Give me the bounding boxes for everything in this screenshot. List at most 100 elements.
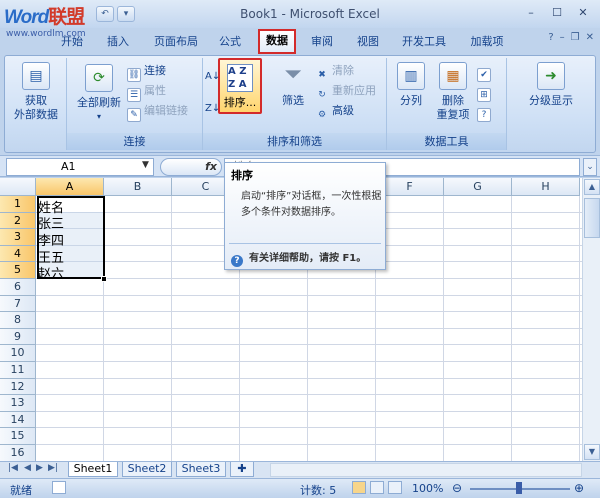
gridline-horizontal [36, 444, 582, 445]
zoom-in-icon[interactable]: ⊕ [574, 481, 584, 495]
status-count: 计数: 5 [300, 484, 337, 497]
sheet-tab-sheet2[interactable]: Sheet2 [122, 462, 172, 477]
external-data-icon: ▤ [22, 62, 50, 90]
row-header-12[interactable]: 12 [0, 378, 36, 396]
consolidate-button[interactable]: ⊞ [477, 82, 494, 102]
row-header-7[interactable]: 7 [0, 295, 36, 313]
clear-icon: ✖ [318, 70, 326, 80]
page-break-view-icon[interactable] [388, 481, 402, 494]
tab-developer[interactable]: 开发工具 [396, 32, 452, 54]
row-header-9[interactable]: 9 [0, 328, 36, 346]
gridline-horizontal [36, 344, 582, 346]
refresh-dropdown-icon: ▾ [96, 112, 101, 121]
tab-addins[interactable]: 加载项 [464, 32, 510, 54]
close-icon[interactable]: ✕ [572, 5, 594, 21]
undo-icon[interactable]: ↶ [96, 6, 114, 22]
row-header-14[interactable]: 14 [0, 411, 36, 429]
data-validation-button[interactable]: ✔ [477, 62, 494, 82]
last-sheet-icon[interactable]: ▶| [48, 463, 58, 473]
workbook-controls: ? – ❐ ✕ [548, 32, 594, 43]
insert-sheet-icon[interactable]: ✚ [230, 462, 254, 477]
name-box-dropdown-icon[interactable]: ▼ [142, 160, 149, 170]
row-header-1[interactable]: 1 [0, 196, 36, 213]
zoom-out-icon[interactable]: ⊖ [452, 481, 462, 495]
clear-button: ✖ 清除 [315, 62, 354, 80]
macro-record-icon[interactable] [52, 481, 66, 494]
insert-function-button[interactable]: fx [160, 158, 222, 176]
tab-data[interactable]: 数据 [258, 29, 296, 54]
first-sheet-icon[interactable]: |◀ [8, 463, 18, 473]
sort-button[interactable]: A ZZ A 排序... [218, 58, 262, 114]
edit-links-button: ✎ 编辑链接 [127, 102, 188, 122]
advanced-button[interactable]: ⚙ 高级 [315, 102, 354, 120]
column-header-h[interactable]: H [512, 178, 580, 196]
tooltip-title: 排序 [231, 169, 253, 182]
outline-button[interactable]: ➜ 分级显示 [511, 62, 591, 108]
sort-tooltip: 排序 启动“排序”对话框，一次性根据多个条件对数据排序。 ? 有关详细帮助，请按 … [224, 162, 386, 270]
fill-handle[interactable] [101, 276, 107, 282]
row-header-5[interactable]: 5 [0, 262, 36, 279]
what-if-button[interactable]: ? [477, 102, 494, 122]
quick-access-toolbar: ↶ ▾ [96, 6, 135, 22]
row-header-6[interactable]: 6 [0, 279, 36, 296]
column-header-a[interactable]: A [36, 178, 104, 196]
page-layout-view-icon[interactable] [370, 481, 384, 494]
next-sheet-icon[interactable]: ▶ [36, 463, 43, 473]
get-external-data-button[interactable]: ▤ 获取 外部数据 [9, 62, 63, 122]
column-header-b[interactable]: B [104, 178, 172, 196]
remove-duplicates-icon: ▦ [439, 62, 467, 90]
tab-review[interactable]: 审阅 [304, 32, 340, 54]
tab-view[interactable]: 视图 [350, 32, 386, 54]
tab-insert[interactable]: 插入 [100, 32, 136, 54]
name-box[interactable]: A1 [6, 158, 154, 176]
group-label-sort-filter: 排序和筛选 [203, 133, 386, 150]
column-header-g[interactable]: G [444, 178, 512, 196]
row-header-10[interactable]: 10 [0, 345, 36, 362]
filter-button[interactable]: ⏷ 筛选 [273, 62, 313, 108]
scroll-up-icon[interactable]: ▲ [584, 179, 600, 195]
row-header-8[interactable]: 8 [0, 312, 36, 329]
row-header-16[interactable]: 16 [0, 445, 36, 461]
text-to-columns-button[interactable]: ▥ 分列 [391, 62, 431, 108]
row-header-15[interactable]: 15 [0, 428, 36, 445]
expand-formula-icon[interactable]: ⌄ [583, 158, 597, 176]
cell-a5[interactable]: 赵六 [38, 263, 64, 282]
tab-page-layout[interactable]: 页面布局 [146, 32, 206, 54]
row-header-11[interactable]: 11 [0, 362, 36, 379]
gridline-horizontal [36, 377, 582, 379]
gridline-horizontal [36, 410, 582, 412]
group-label-connections: 连接 [67, 133, 202, 150]
horizontal-scrollbar[interactable] [270, 463, 582, 477]
workbook-restore-icon[interactable]: ❐ [571, 32, 580, 43]
connections-icon: ⛓ [127, 68, 141, 82]
select-all-corner[interactable] [0, 178, 36, 196]
normal-view-icon[interactable] [352, 481, 366, 494]
workbook-close-icon[interactable]: ✕ [586, 32, 594, 43]
zoom-level[interactable]: 100% [412, 482, 443, 495]
prev-sheet-icon[interactable]: ◀ [24, 463, 31, 473]
qat-dropdown-icon[interactable]: ▾ [117, 6, 135, 22]
row-header-13[interactable]: 13 [0, 395, 36, 412]
group-outline: ➜ 分级显示 [507, 58, 595, 150]
gridline-horizontal [36, 427, 582, 429]
refresh-all-button[interactable]: ⟳ 全部刷新 ▾ [71, 64, 127, 124]
sort-az-icon: A ZZ A [227, 64, 253, 92]
connections-button[interactable]: ⛓ 连接 [127, 62, 166, 82]
workbook-minimize-icon[interactable]: – [560, 32, 565, 43]
scroll-down-icon[interactable]: ▼ [584, 444, 600, 460]
row-header-4[interactable]: 4 [0, 245, 36, 263]
sheet-tab-sheet3[interactable]: Sheet3 [176, 462, 226, 477]
help-icon[interactable]: ? [548, 32, 553, 43]
maximize-icon[interactable]: ☐ [546, 5, 568, 21]
scroll-thumb[interactable] [584, 198, 600, 238]
zoom-slider-thumb[interactable] [516, 482, 522, 494]
tab-formulas[interactable]: 公式 [212, 32, 248, 54]
column-header-f[interactable]: F [376, 178, 444, 196]
row-header-3[interactable]: 3 [0, 229, 36, 246]
remove-duplicates-button[interactable]: ▦ 删除 重复项 [433, 62, 473, 122]
minimize-icon[interactable]: – [520, 5, 542, 21]
row-header-2[interactable]: 2 [0, 212, 36, 230]
sheet-tab-sheet1[interactable]: Sheet1 [68, 462, 118, 477]
consolidate-icon: ⊞ [477, 88, 491, 102]
vertical-scrollbar[interactable]: ▲ ▼ [582, 178, 600, 461]
